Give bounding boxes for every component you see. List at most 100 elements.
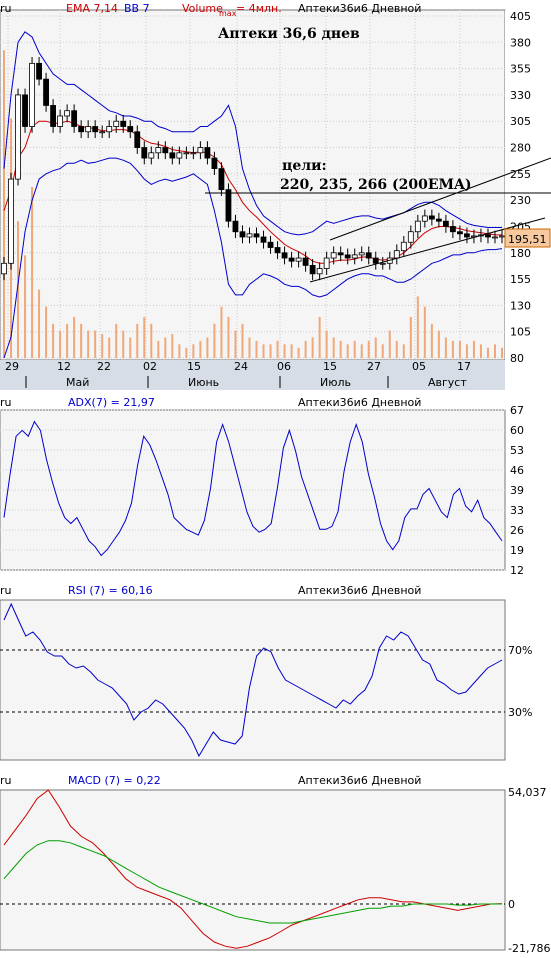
chart-title: Аптеки 36,6 днев xyxy=(218,26,360,42)
volume-bar xyxy=(367,340,370,358)
candle-body xyxy=(8,178,14,264)
volume-bar xyxy=(501,347,503,358)
volume-bar xyxy=(318,316,321,358)
volume-bar xyxy=(45,306,48,358)
volume-bar xyxy=(311,337,314,358)
candle-body xyxy=(141,147,148,159)
volume-bar xyxy=(206,337,209,358)
adx-tick-label: 26 xyxy=(510,524,524,537)
macd-panel: ru MACD (7) = 0,22 Аптеки36и6 Дневной 54… xyxy=(0,774,550,955)
volume-bar xyxy=(52,323,55,358)
volume-bar xyxy=(402,344,405,358)
candle-body xyxy=(162,147,169,154)
volume-bar xyxy=(423,306,426,358)
adx-tick-label: 19 xyxy=(510,544,524,557)
volume-bar xyxy=(479,344,482,358)
macd-tick-zero: 0 xyxy=(508,898,515,911)
candle-body xyxy=(1,262,7,275)
candle-body xyxy=(393,250,400,259)
volume-bar xyxy=(437,330,440,358)
volume-bar xyxy=(276,340,279,358)
volume-bar xyxy=(66,323,69,358)
candle-body xyxy=(204,147,211,159)
price-tick-label: 230 xyxy=(510,194,531,207)
candle-body xyxy=(22,94,28,127)
price-tick-label: 280 xyxy=(510,142,531,155)
date-tick-label: 12 xyxy=(57,360,71,373)
date-axis: 29 12 22 02 15 24 06 15 27 05 17 Май Июнь Июль Август xyxy=(0,360,505,390)
volume-bar xyxy=(150,323,153,358)
volume-bar xyxy=(3,50,5,358)
volume-bar xyxy=(185,347,188,358)
volume-bar xyxy=(269,344,272,358)
volume-bar xyxy=(346,344,349,358)
candle-body xyxy=(499,235,505,238)
macd-legend-name: Аптеки36и6 Дневной xyxy=(298,774,421,787)
price-tick-label: 80 xyxy=(510,352,524,365)
volume-bar xyxy=(493,344,496,358)
candle-body xyxy=(457,231,463,235)
adx-legend-name: Аптеки36и6 Дневной xyxy=(298,396,421,409)
adx-tick-label: 46 xyxy=(510,464,524,477)
volume-bar xyxy=(374,337,377,358)
volume-bar xyxy=(122,330,125,358)
rsi-legend: RSI (7) = 60,16 xyxy=(68,584,153,597)
candle-body xyxy=(492,236,498,239)
adx-tick-label: 67 xyxy=(510,404,524,417)
candle-body xyxy=(421,215,428,222)
date-tick-label: 24 xyxy=(234,360,248,373)
candle-body xyxy=(92,126,99,133)
date-tick-label: 17 xyxy=(457,360,471,373)
candle-body xyxy=(400,241,407,252)
volume-bar xyxy=(101,334,104,358)
volume-bar xyxy=(31,187,34,358)
adx-tick-label: 60 xyxy=(510,424,524,437)
candle-body xyxy=(435,218,442,222)
volume-bar xyxy=(332,337,335,358)
month-label: Июнь xyxy=(188,376,219,389)
adx-tick-label: 53 xyxy=(510,444,524,457)
candle-body xyxy=(148,152,155,159)
candle-body xyxy=(113,120,120,127)
candle-body xyxy=(218,168,225,191)
candle-body xyxy=(64,110,71,117)
price-source-label: ru xyxy=(0,2,12,15)
annotation-line1: цели: xyxy=(282,158,327,174)
volume-bar xyxy=(339,340,342,358)
date-tick-label: 22 xyxy=(97,360,111,373)
volume-bar xyxy=(199,340,202,358)
candle-body xyxy=(253,233,260,238)
volume-bar xyxy=(108,337,111,358)
candle-body xyxy=(372,257,379,264)
candle-body xyxy=(337,252,344,256)
candle-body xyxy=(379,262,386,265)
candle-body xyxy=(407,231,414,243)
volume-bar xyxy=(241,323,244,358)
price-tick-label: 380 xyxy=(510,36,531,49)
adx-tick-label: 12 xyxy=(510,564,524,577)
volume-bar xyxy=(416,296,419,358)
price-panel: ru EMA 7,14 BB 7 Volume max = 4млн. Апте… xyxy=(0,2,551,370)
volume-bar xyxy=(136,323,139,358)
candle-body xyxy=(71,110,78,127)
volume-bar xyxy=(283,344,286,358)
macd-legend: MACD (7) = 0,22 xyxy=(68,774,161,787)
legend-bb: BB 7 xyxy=(124,2,150,15)
volume-bar xyxy=(297,347,300,358)
volume-bar xyxy=(395,340,398,358)
candle-body xyxy=(281,252,288,259)
candle-body xyxy=(323,257,330,269)
adx-tick-label: 33 xyxy=(510,504,524,517)
candle-body xyxy=(99,131,106,134)
volume-bar xyxy=(451,340,454,358)
candle-body xyxy=(344,254,351,259)
volume-bar xyxy=(444,337,447,358)
volume-bar xyxy=(325,330,328,358)
volume-bar xyxy=(360,344,363,358)
candle-body xyxy=(414,220,421,233)
volume-bar xyxy=(24,255,27,358)
price-tick-label: 355 xyxy=(510,63,531,76)
candle-body xyxy=(295,257,302,262)
candle-body xyxy=(43,78,49,106)
candle-body xyxy=(85,126,92,133)
